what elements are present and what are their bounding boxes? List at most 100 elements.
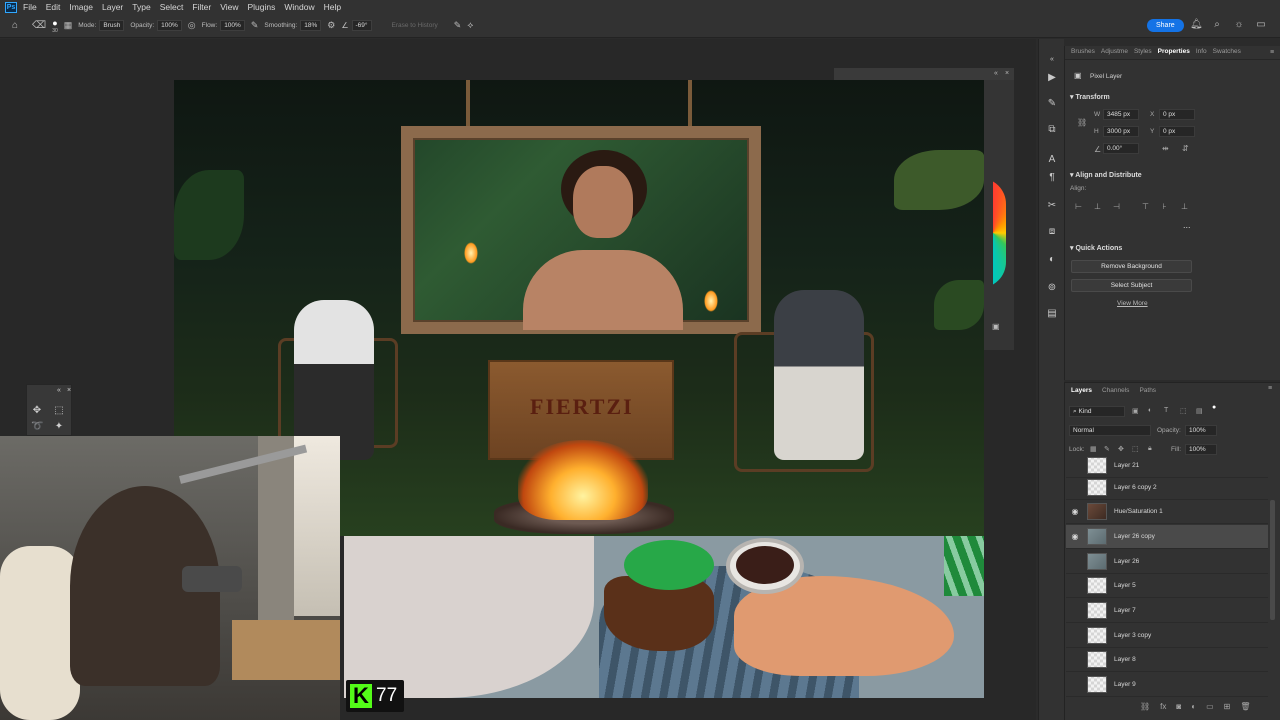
layer-row-hue-saturation-1[interactable]: ◉ Hue/Saturation 1 bbox=[1066, 500, 1268, 524]
lock-transparent-icon[interactable]: ▦ bbox=[1090, 445, 1097, 453]
panel-menu-icon[interactable]: ≡ bbox=[1270, 49, 1274, 56]
search-icon[interactable]: ⌕ bbox=[1211, 19, 1223, 31]
x-input[interactable]: 0 px bbox=[1159, 109, 1195, 120]
y-input[interactable]: 0 px bbox=[1159, 126, 1195, 137]
lasso-tool-icon[interactable]: ➰ bbox=[31, 421, 43, 433]
workspace-icon[interactable]: ▭ bbox=[1255, 19, 1267, 31]
menu-window[interactable]: Window bbox=[284, 2, 314, 12]
filter-shape-icon[interactable]: ⬚ bbox=[1180, 407, 1187, 415]
tab-swatches[interactable]: Swatches bbox=[1213, 48, 1241, 57]
magic-wand-icon[interactable]: ✦ bbox=[53, 421, 65, 433]
menu-image[interactable]: Image bbox=[69, 2, 93, 12]
erase-to-history-checkbox[interactable]: Erase to History bbox=[392, 22, 438, 29]
menu-edit[interactable]: Edit bbox=[46, 2, 61, 12]
eraser-tool-icon[interactable]: ⌫ bbox=[32, 20, 46, 31]
link-icon[interactable]: ⛓ bbox=[1077, 118, 1087, 127]
filter-adjustment-icon[interactable]: ◐ bbox=[1148, 407, 1152, 414]
new-group-icon[interactable]: ▭ bbox=[1206, 702, 1214, 711]
more-options-button[interactable]: ... bbox=[1183, 220, 1191, 230]
adjustment-layer-icon[interactable]: ◐ bbox=[1191, 702, 1196, 711]
collapse-icon[interactable]: « bbox=[1045, 53, 1059, 67]
tab-channels[interactable]: Channels bbox=[1102, 387, 1129, 394]
color-icon[interactable]: ◐ bbox=[1045, 253, 1059, 267]
remove-background-button[interactable]: Remove Background bbox=[1071, 260, 1192, 273]
eye-icon[interactable]: ◉ bbox=[1069, 507, 1081, 516]
history-icon[interactable]: ⧉ bbox=[1045, 123, 1059, 137]
layer-row-layer-9[interactable]: Layer 9 bbox=[1066, 673, 1268, 697]
layer-row-layer-3-copy[interactable]: Layer 3 copy bbox=[1066, 624, 1268, 648]
quick-actions-section-title[interactable]: ▾ Quick Actions bbox=[1070, 244, 1122, 252]
layer-row-layer-7[interactable]: Layer 7 bbox=[1066, 599, 1268, 623]
angle-input[interactable]: -69° bbox=[351, 20, 372, 31]
illustration-layer[interactable] bbox=[344, 536, 984, 698]
filter-type-icon[interactable]: T bbox=[1164, 407, 1168, 414]
layer-row-layer-26[interactable]: Layer 26 bbox=[1066, 550, 1268, 574]
menu-view[interactable]: View bbox=[220, 2, 238, 12]
paragraph-icon[interactable]: ¶ bbox=[1045, 171, 1059, 185]
panel-menu-icon[interactable]: ≡ bbox=[1268, 385, 1272, 392]
filter-pixel-icon[interactable]: ▣ bbox=[1132, 407, 1139, 415]
bell-icon[interactable]: 🔔︎ bbox=[1190, 19, 1203, 31]
align-right-icon[interactable]: ⊣ bbox=[1112, 202, 1121, 211]
align-bottom-icon[interactable]: ⊥ bbox=[1180, 202, 1189, 211]
layer-row-layer-6-copy-2[interactable]: Layer 6 copy 2 bbox=[1066, 476, 1268, 500]
view-more-link[interactable]: View More bbox=[1117, 300, 1148, 307]
eye-icon[interactable]: ◉ bbox=[1069, 532, 1081, 541]
share-button[interactable]: Share bbox=[1147, 19, 1184, 32]
filter-toggle-icon[interactable]: ● bbox=[1212, 404, 1216, 411]
libraries-icon[interactable]: ▤ bbox=[1045, 307, 1059, 321]
smoothing-input[interactable]: 18% bbox=[300, 20, 322, 31]
tab-layers[interactable]: Layers bbox=[1071, 387, 1092, 394]
frame-icon[interactable]: ▣ bbox=[992, 322, 1000, 331]
tab-properties[interactable]: Properties bbox=[1158, 48, 1190, 57]
menu-select[interactable]: Select bbox=[160, 2, 184, 12]
layer-row-layer-5[interactable]: Layer 5 bbox=[1066, 574, 1268, 598]
pressure-opacity-icon[interactable]: ◎ bbox=[188, 20, 196, 31]
close-icon[interactable]: × bbox=[1005, 70, 1009, 77]
layer-filter-select[interactable]: ⌕ Kind bbox=[1069, 406, 1125, 417]
tab-styles[interactable]: Styles bbox=[1134, 48, 1152, 57]
layer-row-layer-21[interactable]: Layer 21 bbox=[1066, 454, 1268, 478]
menu-type[interactable]: Type bbox=[132, 2, 150, 12]
transform-section-title[interactable]: ▾ Transform bbox=[1070, 93, 1110, 101]
new-layer-icon[interactable]: ⊞ bbox=[1224, 702, 1231, 711]
flow-input[interactable]: 100% bbox=[220, 20, 245, 31]
airbrush-icon[interactable]: ✎ bbox=[251, 20, 259, 31]
lock-image-icon[interactable]: ✎ bbox=[1104, 445, 1110, 453]
discover-icon[interactable]: ☼ bbox=[1233, 19, 1245, 31]
lock-artboard-icon[interactable]: ⬚ bbox=[1132, 445, 1139, 453]
move-tool-icon[interactable]: ✥ bbox=[31, 405, 43, 417]
clone-source-icon[interactable]: ⧈ bbox=[1045, 225, 1059, 239]
brush-preset-picker[interactable]: ● 30 bbox=[52, 18, 58, 34]
menu-help[interactable]: Help bbox=[324, 2, 341, 12]
brush-panel-icon[interactable]: ✎ bbox=[1045, 97, 1059, 111]
align-section-title[interactable]: ▾ Align and Distribute bbox=[1070, 171, 1142, 179]
align-left-icon[interactable]: ⊢ bbox=[1074, 202, 1083, 211]
close-icon[interactable]: × bbox=[63, 385, 75, 397]
tab-adjustments[interactable]: Adjustme bbox=[1101, 48, 1128, 57]
align-top-icon[interactable]: ⊤ bbox=[1141, 202, 1150, 211]
brush-settings-icon[interactable]: ▦ bbox=[64, 20, 73, 31]
lock-all-icon[interactable]: 🔒︎ bbox=[1148, 445, 1152, 453]
menu-plugins[interactable]: Plugins bbox=[247, 2, 275, 12]
fx-icon[interactable]: fx bbox=[1160, 702, 1166, 711]
delete-layer-icon[interactable]: 🗑︎ bbox=[1240, 702, 1250, 711]
mode-select[interactable]: Brush bbox=[99, 20, 125, 31]
flip-vertical-icon[interactable]: ⇵ bbox=[1182, 144, 1189, 153]
menu-layer[interactable]: Layer bbox=[102, 2, 123, 12]
angle-input[interactable]: 0.00° bbox=[1103, 143, 1139, 154]
align-middle-v-icon[interactable]: ⊦ bbox=[1160, 202, 1169, 211]
scissors-icon[interactable]: ✂ bbox=[1045, 199, 1059, 213]
layer-row-layer-26-copy[interactable]: ◉ Layer 26 copy bbox=[1066, 525, 1268, 549]
gear-icon[interactable]: ⚙ bbox=[327, 20, 335, 31]
pressure-size-icon[interactable]: ✎ bbox=[454, 20, 462, 31]
menu-filter[interactable]: Filter bbox=[192, 2, 211, 12]
link-layers-icon[interactable]: ⛓ bbox=[1140, 702, 1150, 711]
height-input[interactable]: 3000 px bbox=[1103, 126, 1139, 137]
blend-mode-select[interactable]: Normal bbox=[1069, 425, 1151, 436]
tab-brushes[interactable]: Brushes bbox=[1071, 48, 1095, 57]
select-subject-button[interactable]: Select Subject bbox=[1071, 279, 1192, 292]
align-center-h-icon[interactable]: ⊥ bbox=[1093, 202, 1102, 211]
layer-row-layer-8[interactable]: Layer 8 bbox=[1066, 648, 1268, 672]
filter-smart-object-icon[interactable]: ▤ bbox=[1196, 407, 1203, 415]
